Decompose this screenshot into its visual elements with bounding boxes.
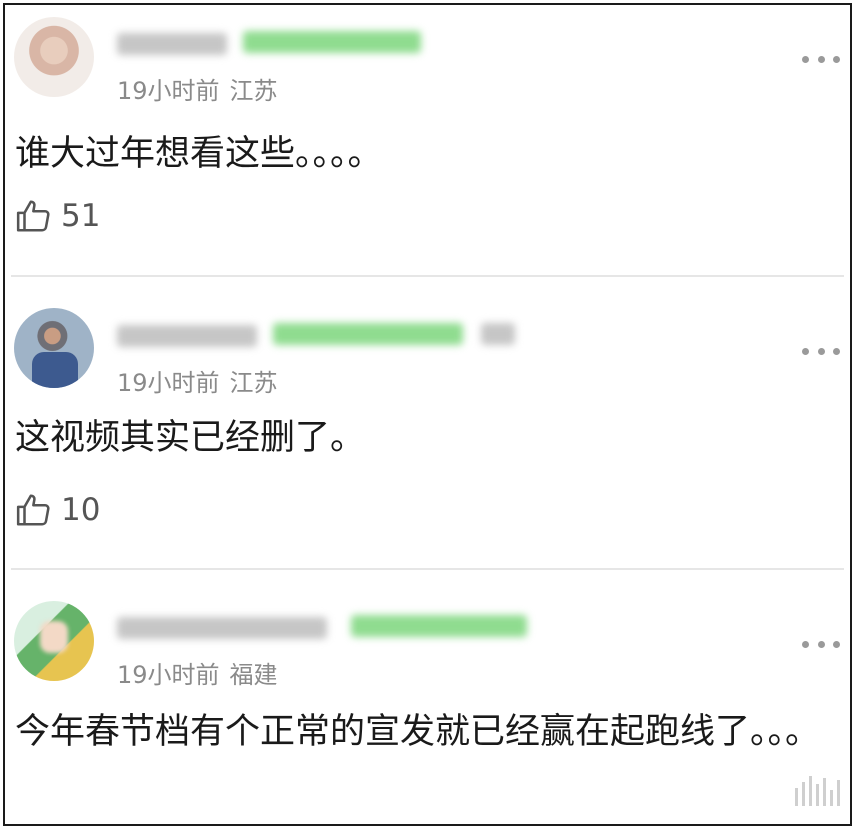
comment-time: 19小时前 <box>117 661 220 689</box>
user-level-blurred <box>481 323 515 345</box>
comment-location: 江苏 <box>229 369 278 397</box>
comment-time: 19小时前 <box>117 369 220 397</box>
user-badge-blurred <box>273 323 463 345</box>
like-button[interactable]: 51 <box>15 197 100 235</box>
comment-list: 19小时前 江苏 谁大过年想看这些。。。。 51 19小时前 江苏 这视频其实已经删… <box>3 3 852 826</box>
avatar[interactable] <box>14 601 94 681</box>
comment-meta: 19小时前 江苏 <box>117 363 278 398</box>
comment-meta: 19小时前 江苏 <box>117 71 278 106</box>
more-dots-icon[interactable] <box>802 346 840 356</box>
user-badge-blurred <box>243 31 421 53</box>
username-blurred[interactable] <box>117 33 227 55</box>
like-count: 10 <box>61 492 101 528</box>
avatar[interactable] <box>14 308 94 388</box>
comment-location: 福建 <box>229 661 278 689</box>
like-button[interactable]: 10 <box>15 491 100 529</box>
comment-text: 这视频其实已经删了。 <box>15 418 366 458</box>
user-badge-blurred <box>351 615 527 637</box>
comment-location: 江苏 <box>229 77 278 105</box>
divider <box>11 275 844 277</box>
thumbs-up-icon <box>16 200 50 232</box>
like-count: 51 <box>61 198 101 234</box>
username-blurred[interactable] <box>117 325 257 347</box>
comment-time: 19小时前 <box>117 77 220 105</box>
username-blurred[interactable] <box>117 617 327 639</box>
comment-text: 谁大过年想看这些。。。。 <box>15 134 383 174</box>
avatar[interactable] <box>14 17 94 97</box>
comment-text: 今年春节档有个正常的宣发就已经赢在起跑线了。。。 <box>15 712 821 752</box>
watermark-bars <box>795 776 840 806</box>
more-dots-icon[interactable] <box>802 54 840 64</box>
more-dots-icon[interactable] <box>802 639 840 649</box>
thumbs-up-icon <box>16 494 50 526</box>
comment-meta: 19小时前 福建 <box>117 655 278 690</box>
divider <box>11 568 844 570</box>
